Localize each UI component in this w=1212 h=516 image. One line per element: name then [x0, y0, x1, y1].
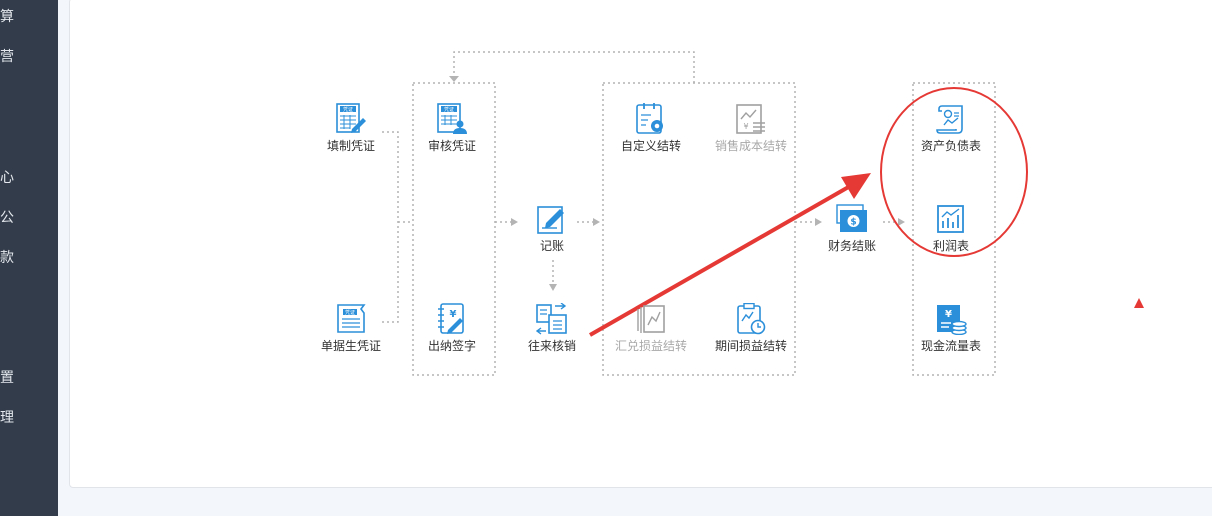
- node-cashier-sign[interactable]: ¥ 出纳签字: [402, 303, 502, 354]
- income-statement-icon: [937, 205, 964, 233]
- node-balance-sheet[interactable]: 资产负债表: [901, 103, 1001, 154]
- yuan-badge-text: ¥: [743, 122, 748, 131]
- loop-connector: [453, 51, 695, 83]
- node-label: 填制凭证: [326, 139, 375, 153]
- arrowhead: [449, 76, 459, 82]
- node-doc-voucher[interactable]: 凭证 单据生凭证: [301, 303, 401, 354]
- node-financial-close[interactable]: $ 财务结账: [802, 203, 902, 254]
- node-custom-transfer[interactable]: 自定义结转: [601, 103, 701, 154]
- balance-sheet-icon: [936, 105, 963, 134]
- node-label: 期间损益结转: [714, 339, 787, 353]
- node-label: 审核凭证: [427, 139, 476, 153]
- node-period-gain-loss-transfer[interactable]: 期间损益结转: [701, 303, 801, 354]
- cash-flow-icon: ¥: [937, 305, 967, 335]
- voucher-edit-icon: 凭证: [336, 103, 366, 133]
- fx-gain-loss-icon: [637, 305, 665, 333]
- flow-diagram: [382, 51, 1144, 376]
- node-label: 财务结账: [827, 239, 876, 253]
- dollar-glyph: $: [850, 218, 856, 228]
- node-label: 单据生凭证: [320, 339, 381, 353]
- red-triangle-marker: [1134, 298, 1144, 308]
- node-label: 记账: [539, 239, 564, 253]
- node-fx-gain-loss-transfer[interactable]: 汇兑损益结转: [601, 303, 701, 354]
- annotation-arrowhead: [841, 173, 871, 199]
- fill-to-review-connector: [382, 131, 399, 323]
- voucher-badge-text: 凭证: [343, 106, 353, 113]
- node-cash-flow-statement[interactable]: ¥ 现金流量表: [901, 303, 1001, 354]
- node-account-writeoff[interactable]: 往来核销: [502, 303, 602, 354]
- voucher-badge-text: 凭证: [345, 309, 355, 316]
- cashier-sign-icon: ¥: [438, 303, 464, 334]
- node-label: 利润表: [932, 239, 969, 253]
- voucher-review-icon: 凭证: [437, 103, 467, 134]
- yuan-badge-text: ¥: [945, 309, 952, 320]
- period-gain-loss-icon: [737, 303, 766, 335]
- node-fill-voucher[interactable]: 凭证 填制凭证: [301, 103, 401, 154]
- yuan-badge-text: ¥: [450, 309, 457, 320]
- node-label: 出纳签字: [427, 339, 476, 353]
- node-label: 自定义结转: [620, 139, 681, 153]
- sales-cost-icon: ¥: [736, 104, 765, 134]
- document-voucher-icon: 凭证: [337, 304, 366, 333]
- node-label: 汇兑损益结转: [614, 339, 687, 353]
- voucher-badge-text: 凭证: [444, 106, 454, 113]
- node-label: 现金流量表: [920, 339, 981, 353]
- arrowhead: [549, 284, 557, 291]
- node-review-voucher[interactable]: 凭证 审核凭证: [402, 103, 502, 154]
- node-sales-cost-transfer[interactable]: ¥ 销售成本结转: [701, 103, 801, 154]
- bookkeeping-icon: [537, 206, 564, 234]
- node-label: 销售成本结转: [714, 139, 787, 153]
- node-label: 资产负债表: [920, 139, 981, 153]
- node-label: 往来核销: [527, 339, 576, 353]
- custom-transfer-icon: [636, 103, 663, 134]
- node-bookkeeping[interactable]: 记账: [502, 203, 602, 254]
- node-income-statement[interactable]: 利润表: [901, 203, 1001, 254]
- financial-close-icon: $: [836, 204, 867, 232]
- account-writeoff-icon: [535, 303, 567, 335]
